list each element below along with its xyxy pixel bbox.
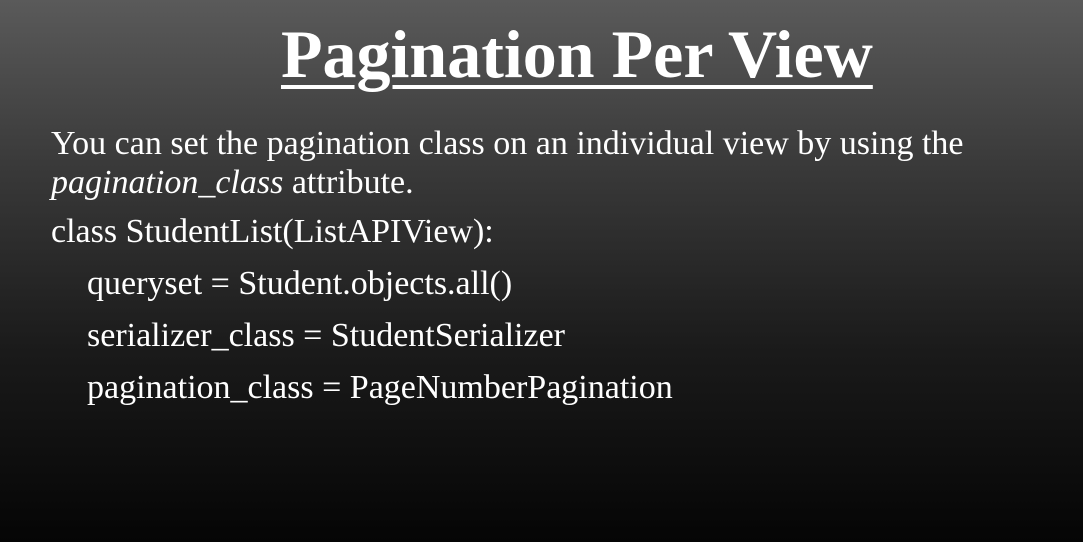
slide-title: Pagination Per View	[281, 16, 873, 92]
description-paragraph: You can set the pagination class on an i…	[51, 124, 1071, 202]
code-line-pagination: pagination_class = PageNumberPagination	[87, 369, 673, 406]
code-line-class: class StudentList(ListAPIView):	[51, 213, 494, 250]
description-text: You can set the pagination class on an i…	[51, 125, 964, 162]
code-line-serializer: serializer_class = StudentSerializer	[87, 317, 565, 354]
attribute-name: pagination_class	[51, 164, 284, 201]
description-suffix: attribute.	[283, 164, 414, 201]
code-line-queryset: queryset = Student.objects.all()	[87, 265, 513, 302]
slide: Pagination Per View You can set the pagi…	[0, 0, 1083, 542]
slide-body: You can set the pagination class on an i…	[51, 124, 1071, 414]
